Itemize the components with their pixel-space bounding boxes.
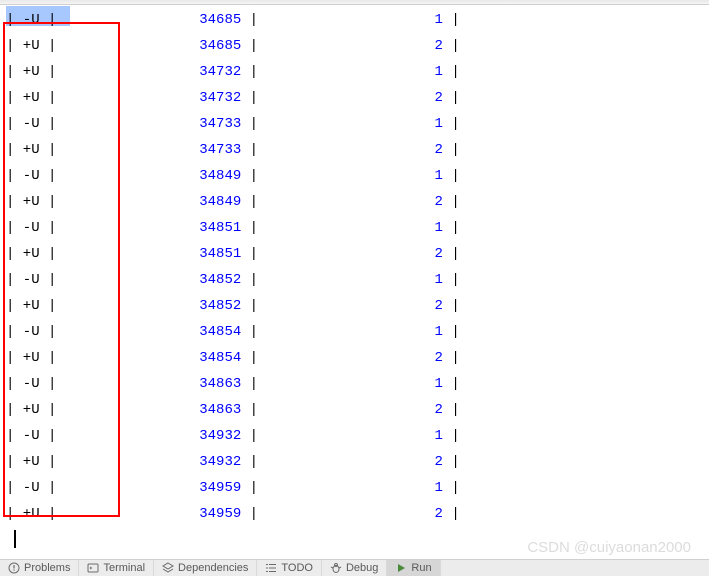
console-row: | -U | 34863 | 1 | (6, 371, 703, 397)
tab-dependencies[interactable]: Dependencies (154, 560, 257, 576)
tab-label: TODO (281, 562, 313, 574)
console-row: | +U | 34732 | 1 | (6, 59, 703, 85)
console-row: | -U | 34852 | 1 | (6, 267, 703, 293)
console-row: | +U | 34851 | 2 | (6, 241, 703, 267)
console-row: | -U | 34932 | 1 | (6, 423, 703, 449)
tab-debug[interactable]: Debug (322, 560, 387, 576)
console-row: | +U | 34854 | 2 | (6, 345, 703, 371)
console-row: | +U | 34959 | 2 | (6, 501, 703, 527)
warning-icon (8, 562, 20, 574)
tab-label: Run (411, 562, 431, 574)
tab-label: Problems (24, 562, 70, 574)
console-row: | +U | 34849 | 2 | (6, 189, 703, 215)
console-row: | +U | 34732 | 2 | (6, 85, 703, 111)
tab-label: Terminal (103, 562, 145, 574)
layers-icon (162, 562, 174, 574)
console-row: | +U | 34863 | 2 | (6, 397, 703, 423)
tab-label: Dependencies (178, 562, 248, 574)
cursor-line (6, 527, 703, 553)
tab-problems[interactable]: Problems (0, 560, 79, 576)
console-row: | +U | 34685 | 2 | (6, 33, 703, 59)
bug-icon (330, 562, 342, 574)
console-row: | -U | 34854 | 1 | (6, 319, 703, 345)
console-output[interactable]: | -U | 34685 | 1 || +U | 34685 | 2 || +U… (0, 5, 709, 553)
console-row: | +U | 34852 | 2 | (6, 293, 703, 319)
tab-label: Debug (346, 562, 378, 574)
console-row: | -U | 34685 | 1 | (6, 7, 703, 33)
console-row: | -U | 34851 | 1 | (6, 215, 703, 241)
tab-run[interactable]: Run (387, 560, 440, 576)
list-icon (265, 562, 277, 574)
console-row: | +U | 34733 | 2 | (6, 137, 703, 163)
terminal-icon (87, 562, 99, 574)
play-icon (395, 562, 407, 574)
tab-todo[interactable]: TODO (257, 560, 322, 576)
console-row: | -U | 34959 | 1 | (6, 475, 703, 501)
tab-terminal[interactable]: Terminal (79, 560, 154, 576)
bottom-tool-tabs: Problems Terminal Dependencies TODO Debu… (0, 559, 709, 576)
console-row: | -U | 34849 | 1 | (6, 163, 703, 189)
console-row: | +U | 34932 | 2 | (6, 449, 703, 475)
console-row: | -U | 34733 | 1 | (6, 111, 703, 137)
